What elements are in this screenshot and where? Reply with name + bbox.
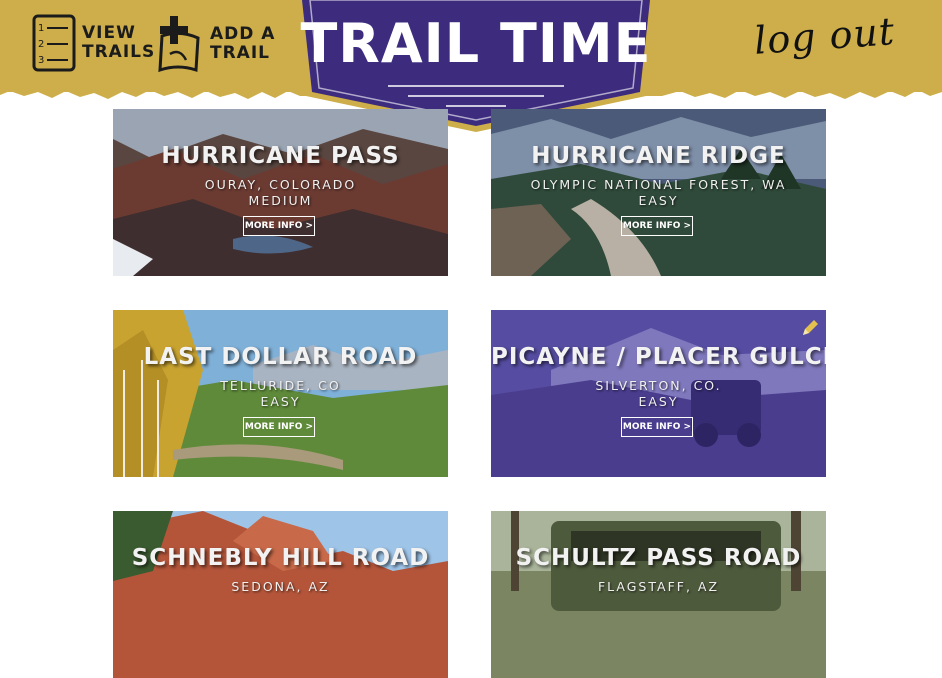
trail-card[interactable]: SCHULTZ PASS ROAD FLAGSTAFF, AZ [491,511,826,678]
add-trail-button[interactable]: ADD A TRAIL [156,14,275,74]
trail-title: HURRICANE PASS [161,143,400,169]
trail-location: SILVERTON, CO. [595,378,722,393]
trail-card[interactable]: HURRICANE RIDGE OLYMPIC NATIONAL FOREST,… [491,109,826,276]
svg-text:3: 3 [38,55,44,66]
trail-card[interactable]: LAST DOLLAR ROAD TELLURIDE, CO EASY MORE… [113,310,448,477]
pencil-icon[interactable] [800,318,820,338]
trail-difficulty: EASY [638,193,679,208]
trail-location: FLAGSTAFF, AZ [597,579,720,594]
trail-photo [113,511,448,678]
more-info-button[interactable]: MORE INFO > [621,216,693,236]
trail-location: SEDONA, AZ [231,579,330,594]
trail-difficulty: MEDIUM [248,193,313,208]
trail-difficulty: EASY [260,394,301,409]
trail-difficulty: EASY [638,394,679,409]
trail-title: PICAYNE / PLACER GULCH [491,344,826,370]
trail-photo [491,511,826,678]
trail-location: TELLURIDE, CO [220,378,341,393]
numbered-list-icon: 1 2 3 [32,14,76,72]
add-trail-label: ADD A TRAIL [210,24,276,63]
more-info-button[interactable]: MORE INFO > [243,216,315,236]
more-info-button[interactable]: MORE INFO > [621,417,693,437]
map-plus-icon [158,16,200,73]
view-trails-label: VIEW TRAILS [82,23,156,62]
logo-title[interactable]: TRAIL TIME [296,12,656,75]
more-info-button[interactable]: MORE INFO > [243,417,315,437]
trail-title: HURRICANE RIDGE [531,143,786,169]
trail-location: OURAY, COLORADO [204,177,357,192]
trail-title: SCHNEBLY HILL ROAD [131,545,430,571]
svg-text:1: 1 [38,23,44,34]
trail-card[interactable]: SCHNEBLY HILL ROAD SEDONA, AZ [113,511,448,678]
trail-card[interactable]: HURRICANE PASS OURAY, COLORADO MEDIUM MO… [113,109,448,276]
view-trails-button[interactable]: 1 2 3 VIEW TRAILS [32,14,155,72]
trail-location: OLYMPIC NATIONAL FOREST, WA [530,177,787,192]
trail-title: LAST DOLLAR ROAD [143,344,418,370]
trail-card-selected[interactable]: PICAYNE / PLACER GULCH SILVERTON, CO. EA… [491,310,826,477]
svg-text:2: 2 [38,39,44,50]
trail-title: SCHULTZ PASS ROAD [515,545,802,571]
